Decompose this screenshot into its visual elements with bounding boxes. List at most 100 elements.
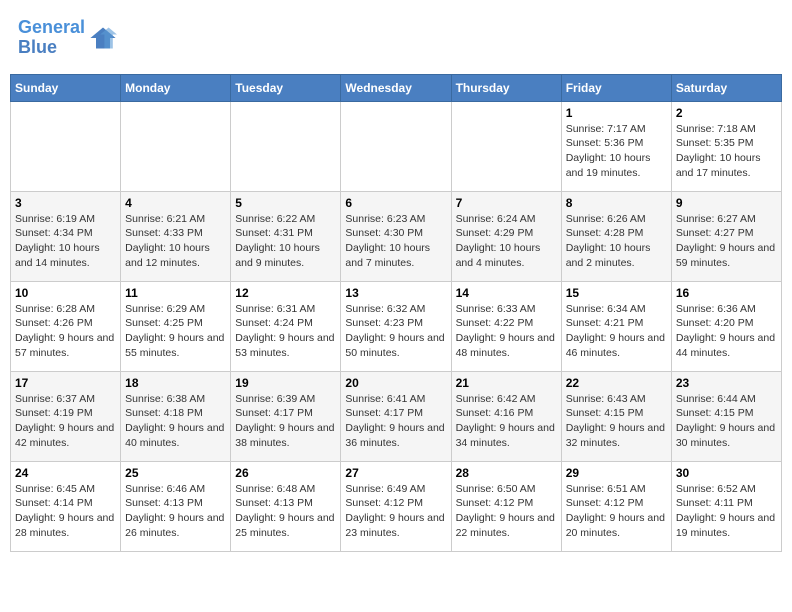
calendar-cell [121,101,231,191]
calendar-cell: 22 Sunrise: 6:43 AM Sunset: 4:15 PM Dayli… [561,371,671,461]
day-info: Sunrise: 6:26 AM Sunset: 4:28 PM Dayligh… [566,212,667,271]
day-number: 28 [456,466,557,480]
calendar-cell: 15Sunrise: 6:34 AM Sunset: 4:21 PM Dayli… [561,281,671,371]
day-info: Sunrise: 6:44 AM Sunset: 4:15 PM Dayligh… [676,392,777,451]
calendar-cell: 4 Sunrise: 6:21 AM Sunset: 4:33 PM Daylig… [121,191,231,281]
title-area [766,10,782,26]
day-number: 7 [456,196,557,210]
column-header-thursday: Thursday [451,74,561,101]
day-number: 25 [125,466,226,480]
day-number: 18 [125,376,226,390]
calendar-cell [231,101,341,191]
calendar-table: SundayMondayTuesdayWednesdayThursdayFrid… [10,74,782,552]
page-header: GeneralBlue [10,10,782,66]
calendar-week-4: 24 Sunrise: 6:45 AM Sunset: 4:14 PM Dayli… [11,461,782,551]
calendar-cell: 21 Sunrise: 6:42 AM Sunset: 4:16 PM Dayli… [451,371,561,461]
day-number: 24 [15,466,116,480]
column-header-sunday: Sunday [11,74,121,101]
day-info: Sunrise: 6:36 AM Sunset: 4:20 PM Dayligh… [676,302,777,361]
day-number: 12 [235,286,336,300]
calendar-cell: 23Sunrise: 6:44 AM Sunset: 4:15 PM Dayli… [671,371,781,461]
calendar-cell: 18 Sunrise: 6:38 AM Sunset: 4:18 PM Dayli… [121,371,231,461]
day-info: Sunrise: 6:27 AM Sunset: 4:27 PM Dayligh… [676,212,777,271]
column-header-friday: Friday [561,74,671,101]
calendar-cell: 3 Sunrise: 6:19 AM Sunset: 4:34 PM Daylig… [11,191,121,281]
day-info: Sunrise: 6:45 AM Sunset: 4:14 PM Dayligh… [15,482,116,541]
day-info: Sunrise: 6:37 AM Sunset: 4:19 PM Dayligh… [15,392,116,451]
calendar-cell: 2 Sunrise: 7:18 AM Sunset: 5:35 PM Daylig… [671,101,781,191]
calendar-cell: 10Sunrise: 6:28 AM Sunset: 4:26 PM Dayli… [11,281,121,371]
day-number: 14 [456,286,557,300]
calendar-cell: 17 Sunrise: 6:37 AM Sunset: 4:19 PM Dayli… [11,371,121,461]
calendar-week-2: 10Sunrise: 6:28 AM Sunset: 4:26 PM Dayli… [11,281,782,371]
day-info: Sunrise: 6:49 AM Sunset: 4:12 PM Dayligh… [345,482,446,541]
calendar-cell [341,101,451,191]
day-number: 27 [345,466,446,480]
day-info: Sunrise: 6:46 AM Sunset: 4:13 PM Dayligh… [125,482,226,541]
calendar-cell: 9 Sunrise: 6:27 AM Sunset: 4:27 PM Daylig… [671,191,781,281]
day-number: 19 [235,376,336,390]
calendar-cell: 30 Sunrise: 6:52 AM Sunset: 4:11 PM Dayli… [671,461,781,551]
day-number: 5 [235,196,336,210]
day-info: Sunrise: 7:17 AM Sunset: 5:36 PM Dayligh… [566,122,667,181]
calendar-header-row: SundayMondayTuesdayWednesdayThursdayFrid… [11,74,782,101]
logo: GeneralBlue [10,10,125,66]
calendar-cell: 13 Sunrise: 6:32 AM Sunset: 4:23 PM Dayli… [341,281,451,371]
calendar-week-1: 3 Sunrise: 6:19 AM Sunset: 4:34 PM Daylig… [11,191,782,281]
column-header-wednesday: Wednesday [341,74,451,101]
day-number: 1 [566,106,667,120]
day-number: 26 [235,466,336,480]
calendar-cell: 27 Sunrise: 6:49 AM Sunset: 4:12 PM Dayli… [341,461,451,551]
day-info: Sunrise: 6:22 AM Sunset: 4:31 PM Dayligh… [235,212,336,271]
column-header-monday: Monday [121,74,231,101]
calendar-cell: 5 Sunrise: 6:22 AM Sunset: 4:31 PM Daylig… [231,191,341,281]
day-info: Sunrise: 6:38 AM Sunset: 4:18 PM Dayligh… [125,392,226,451]
calendar-cell: 20 Sunrise: 6:41 AM Sunset: 4:17 PM Dayli… [341,371,451,461]
calendar-cell: 14 Sunrise: 6:33 AM Sunset: 4:22 PM Dayli… [451,281,561,371]
calendar-cell: 25 Sunrise: 6:46 AM Sunset: 4:13 PM Dayli… [121,461,231,551]
day-info: Sunrise: 6:33 AM Sunset: 4:22 PM Dayligh… [456,302,557,361]
day-number: 11 [125,286,226,300]
day-number: 20 [345,376,446,390]
day-info: Sunrise: 6:43 AM Sunset: 4:15 PM Dayligh… [566,392,667,451]
day-number: 17 [15,376,116,390]
calendar-cell: 11Sunrise: 6:29 AM Sunset: 4:25 PM Dayli… [121,281,231,371]
calendar-cell: 12 Sunrise: 6:31 AM Sunset: 4:24 PM Dayli… [231,281,341,371]
day-number: 21 [456,376,557,390]
column-header-saturday: Saturday [671,74,781,101]
calendar-cell: 28 Sunrise: 6:50 AM Sunset: 4:12 PM Dayli… [451,461,561,551]
day-info: Sunrise: 6:52 AM Sunset: 4:11 PM Dayligh… [676,482,777,541]
day-number: 9 [676,196,777,210]
day-number: 22 [566,376,667,390]
calendar-week-3: 17 Sunrise: 6:37 AM Sunset: 4:19 PM Dayli… [11,371,782,461]
day-number: 8 [566,196,667,210]
calendar-cell: 26 Sunrise: 6:48 AM Sunset: 4:13 PM Dayli… [231,461,341,551]
day-number: 30 [676,466,777,480]
day-number: 13 [345,286,446,300]
day-info: Sunrise: 6:41 AM Sunset: 4:17 PM Dayligh… [345,392,446,451]
column-header-tuesday: Tuesday [231,74,341,101]
logo-text: GeneralBlue [18,18,85,58]
day-info: Sunrise: 6:42 AM Sunset: 4:16 PM Dayligh… [456,392,557,451]
day-info: Sunrise: 6:24 AM Sunset: 4:29 PM Dayligh… [456,212,557,271]
calendar-cell [451,101,561,191]
day-info: Sunrise: 6:32 AM Sunset: 4:23 PM Dayligh… [345,302,446,361]
calendar-cell: 7 Sunrise: 6:24 AM Sunset: 4:29 PM Daylig… [451,191,561,281]
day-info: Sunrise: 7:18 AM Sunset: 5:35 PM Dayligh… [676,122,777,181]
day-number: 2 [676,106,777,120]
day-info: Sunrise: 6:39 AM Sunset: 4:17 PM Dayligh… [235,392,336,451]
calendar-cell: 19 Sunrise: 6:39 AM Sunset: 4:17 PM Dayli… [231,371,341,461]
day-info: Sunrise: 6:19 AM Sunset: 4:34 PM Dayligh… [15,212,116,271]
day-info: Sunrise: 6:48 AM Sunset: 4:13 PM Dayligh… [235,482,336,541]
day-info: Sunrise: 6:34 AM Sunset: 4:21 PM Dayligh… [566,302,667,361]
day-number: 3 [15,196,116,210]
day-info: Sunrise: 6:50 AM Sunset: 4:12 PM Dayligh… [456,482,557,541]
day-info: Sunrise: 6:21 AM Sunset: 4:33 PM Dayligh… [125,212,226,271]
day-info: Sunrise: 6:23 AM Sunset: 4:30 PM Dayligh… [345,212,446,271]
calendar-cell [11,101,121,191]
day-number: 6 [345,196,446,210]
day-info: Sunrise: 6:51 AM Sunset: 4:12 PM Dayligh… [566,482,667,541]
day-number: 4 [125,196,226,210]
day-info: Sunrise: 6:31 AM Sunset: 4:24 PM Dayligh… [235,302,336,361]
calendar-cell: 8 Sunrise: 6:26 AM Sunset: 4:28 PM Daylig… [561,191,671,281]
